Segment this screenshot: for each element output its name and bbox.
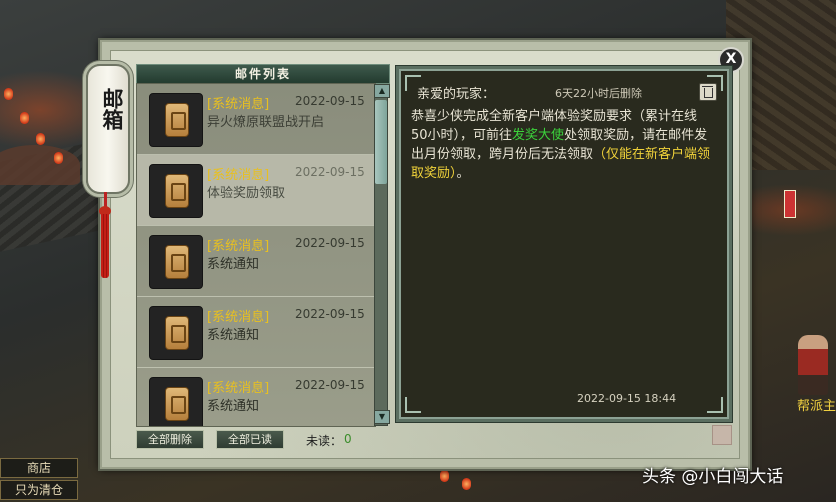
mail-token-icon [149, 164, 203, 218]
mail-tag: [系统消息] [207, 310, 270, 325]
unread-label: 未读： [306, 434, 343, 448]
mail-greeting: 亲爱的玩家： [417, 87, 496, 102]
seal-stamp-icon [712, 425, 732, 445]
mail-subject: 系统通知 [207, 399, 260, 414]
menu-item-shop[interactable]: 商店 [0, 458, 78, 478]
scrollbar-thumb[interactable] [375, 100, 387, 184]
mail-tag: [系统消息] [207, 168, 270, 183]
npc-character[interactable] [798, 335, 828, 395]
tassel-icon [101, 214, 109, 278]
mail-date: 2022-09-15 [295, 165, 365, 179]
mail-token-icon [149, 93, 203, 147]
trash-icon[interactable] [699, 83, 717, 101]
mail-body: 恭喜少侠完成全新客户端体验奖励要求（累计在线50小时），可前往发奖大使处领取奖励… [411, 107, 713, 183]
mail-body-end: 。 [456, 166, 470, 181]
lantern-icon [4, 88, 13, 100]
mail-expire-notice: 6天22小时后删除 [555, 87, 642, 100]
mail-subject: 体验奖励领取 [207, 186, 286, 201]
mailbox-title: 邮箱 [100, 88, 125, 130]
mail-tag: [系统消息] [207, 97, 270, 112]
lantern-icon [20, 112, 29, 124]
market-umbrella [0, 145, 80, 185]
frame-corner [405, 397, 421, 413]
mail-date: 2022-09-15 [295, 94, 365, 108]
mailbox-title-scroll: 邮箱 [86, 64, 130, 194]
mail-tag: [系统消息] [207, 239, 270, 254]
mail-timestamp: 2022-09-15 18:44 [577, 392, 677, 405]
mail-item[interactable]: [系统消息] 2022-09-15 系统通知 [137, 368, 375, 426]
mail-subject: 异火燎原联盟战开启 [207, 115, 325, 130]
mail-tag: [系统消息] [207, 381, 270, 396]
lantern-icon [462, 478, 471, 490]
mail-token-icon [149, 235, 203, 289]
npc-name-label: 帮派主 [796, 399, 836, 414]
banner-flag-icon [784, 190, 796, 218]
mail-item[interactable]: [系统消息] 2022-09-15 系统通知 [137, 297, 375, 367]
mail-item[interactable]: [系统消息] 2022-09-15 异火燎原联盟战开启 [137, 84, 375, 154]
mail-item-selected[interactable]: [系统消息] 2022-09-15 体验奖励领取 [137, 155, 375, 225]
mail-date: 2022-09-15 [295, 307, 365, 321]
scroll-up-button[interactable]: ▲ [374, 84, 390, 98]
mark-all-read-button[interactable]: 全部已读 [216, 430, 284, 449]
menu-item-clearance[interactable]: 只为清仓 [0, 480, 78, 500]
mail-item[interactable]: [系统消息] 2022-09-15 系统通知 [137, 226, 375, 296]
unread-count: 0 [344, 432, 352, 446]
lantern-icon [54, 152, 63, 164]
mail-date: 2022-09-15 [295, 236, 365, 250]
scroll-down-button[interactable]: ▼ [374, 410, 390, 424]
mail-list[interactable]: [系统消息] 2022-09-15 异火燎原联盟战开启 [系统消息] 2022-… [136, 83, 376, 427]
mail-token-icon [149, 377, 203, 426]
frame-corner [707, 397, 723, 413]
delete-all-button[interactable]: 全部删除 [136, 430, 204, 449]
lantern-icon [440, 470, 449, 482]
mail-date: 2022-09-15 [295, 378, 365, 392]
mail-detail-panel: 亲爱的玩家： 6天22小时后删除 恭喜少侠完成全新客户端体验奖励要求（累计在线5… [396, 66, 732, 422]
mail-subject: 系统通知 [207, 328, 260, 343]
mail-list-header: 邮件列表 [136, 64, 390, 84]
npc-link[interactable]: 发奖大使 [512, 128, 564, 143]
mail-token-icon [149, 306, 203, 360]
lantern-icon [36, 133, 45, 145]
watermark: 头条 @小白闯大话 [642, 467, 784, 487]
mail-subject: 系统通知 [207, 257, 260, 272]
game-side-menu: 商店 只为清仓 [0, 458, 78, 502]
